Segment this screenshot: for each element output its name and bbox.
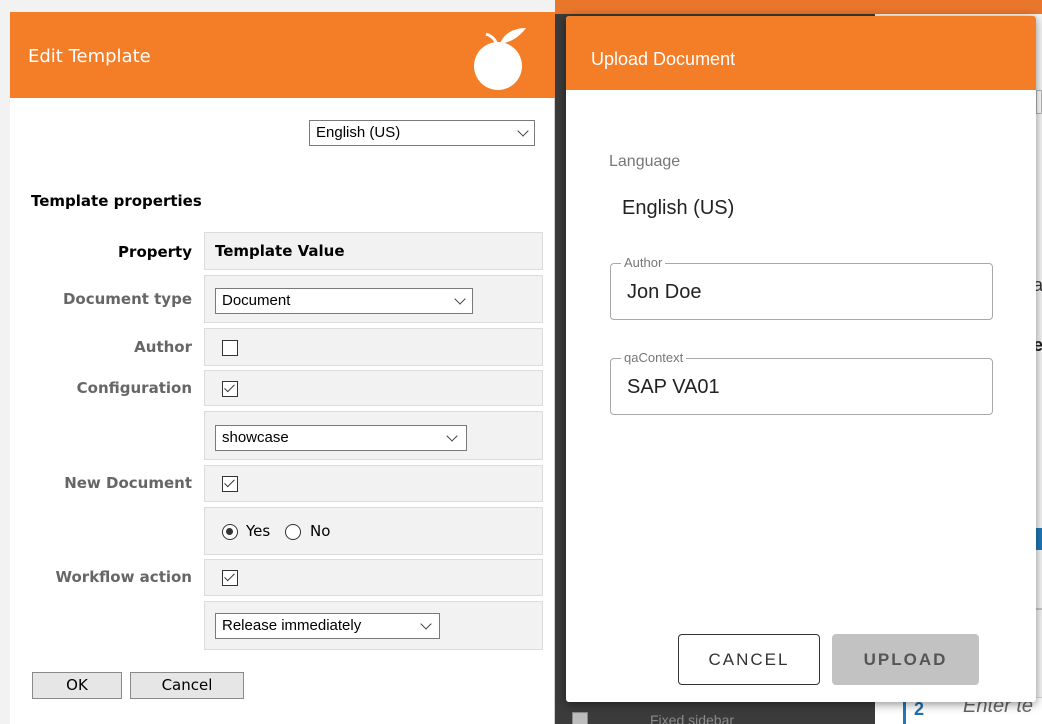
upload-document-header: Upload Document <box>566 16 1036 90</box>
new-document-no-radio[interactable] <box>285 524 301 540</box>
language-select[interactable]: English (US) <box>309 120 535 146</box>
dialog-title: Edit Template <box>28 46 151 67</box>
orange-logo-icon <box>474 28 526 90</box>
workflow-action-cell <box>204 559 543 596</box>
upload-document-dialog: Upload Document Language English (US) Au… <box>566 16 1036 702</box>
configuration-label: Configuration <box>76 379 192 397</box>
background-divider <box>1036 608 1042 610</box>
background-field <box>1036 90 1042 114</box>
chevron-down-icon <box>454 293 466 305</box>
background-step-number: 2 <box>914 699 925 719</box>
author-field-value: Jon Doe <box>627 281 702 303</box>
fixed-sidebar-label: Fixed sidebar <box>650 712 735 724</box>
new-document-cell <box>204 465 543 502</box>
language-label: Language <box>609 153 681 170</box>
author-field[interactable]: Author Jon Doe <box>610 255 993 320</box>
author-field-label: Author <box>621 255 666 270</box>
language-value: English (US) <box>622 197 735 219</box>
ok-button[interactable]: OK <box>32 672 122 699</box>
workflow-action-value: Release immediately <box>222 617 362 634</box>
new-document-checkbox[interactable] <box>222 476 238 492</box>
new-document-no-label: No <box>310 522 331 540</box>
new-document-yes-label: Yes <box>246 522 271 540</box>
cancel-button[interactable]: Cancel <box>130 672 244 699</box>
author-cell <box>204 328 543 366</box>
chevron-down-icon <box>446 430 458 442</box>
configuration-value: showcase <box>222 429 289 446</box>
chevron-down-icon <box>517 125 529 137</box>
new-document-radio-cell: Yes No <box>204 507 543 555</box>
background-header <box>555 0 1042 14</box>
configuration-checkbox[interactable] <box>222 381 238 397</box>
value-column-header-label: Template Value <box>215 242 345 260</box>
author-checkbox[interactable] <box>222 340 238 356</box>
edit-template-dialog: Edit Template English (US) Template prop… <box>10 12 555 724</box>
workflow-action-checkbox[interactable] <box>222 570 238 586</box>
upload-button[interactable]: UPLOAD <box>832 634 979 685</box>
workflow-action-label: Workflow action <box>55 568 192 586</box>
upload-cancel-button[interactable]: CANCEL <box>678 634 820 685</box>
qacontext-field[interactable]: qaContext SAP VA01 <box>610 350 993 415</box>
qacontext-field-label: qaContext <box>621 350 687 365</box>
workflow-action-select-cell: Release immediately <box>204 601 543 650</box>
edit-template-header: Edit Template <box>10 12 555 98</box>
fixed-sidebar-checkbox <box>572 712 588 724</box>
new-document-label: New Document <box>64 474 192 492</box>
document-type-value: Document <box>222 292 291 309</box>
value-column-header: Template Value <box>204 232 543 270</box>
section-title: Template properties <box>31 192 202 210</box>
language-select-value: English (US) <box>316 124 401 141</box>
configuration-select-cell: showcase <box>204 411 543 460</box>
chevron-down-icon <box>420 618 432 630</box>
document-type-cell: Document <box>204 275 543 323</box>
dialog-title: Upload Document <box>591 49 736 69</box>
property-column-header: Property <box>118 243 192 261</box>
author-label: Author <box>134 338 192 356</box>
workflow-action-select[interactable]: Release immediately <box>215 613 440 639</box>
configuration-cell <box>204 370 543 406</box>
qacontext-field-value: SAP VA01 <box>627 376 720 398</box>
document-type-label: Document type <box>62 290 192 308</box>
document-type-select[interactable]: Document <box>215 288 473 314</box>
new-document-yes-radio[interactable] <box>222 524 238 540</box>
configuration-select[interactable]: showcase <box>215 425 467 451</box>
